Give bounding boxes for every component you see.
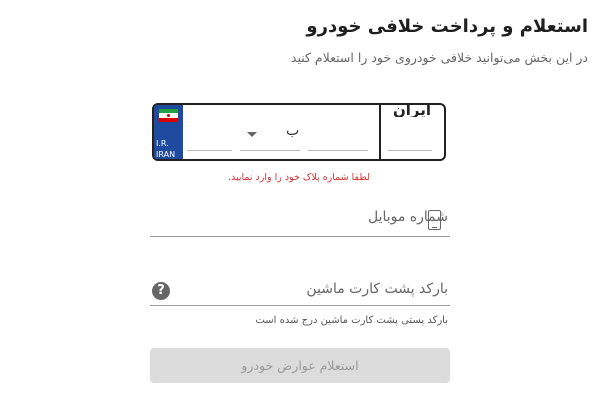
plate-digits-first-input[interactable] xyxy=(187,150,232,151)
mobile-input-underline xyxy=(150,236,450,237)
submit-inquiry-button[interactable]: استعلام عوارض خودرو xyxy=(150,348,450,383)
barcode-helper-text: بارکد پستی پشت کارت ماشین درج شده است xyxy=(255,315,448,326)
plate-region-code-input[interactable] xyxy=(388,150,432,151)
plate-iran-label: IRAN xyxy=(156,150,176,159)
plate-digits-middle-input[interactable] xyxy=(308,150,368,151)
barcode-input[interactable]: بارکد پشت کارت ماشین xyxy=(306,281,448,297)
mobile-input[interactable]: شماره موبایل xyxy=(368,209,448,225)
plate-error-message: لطفا شماره پلاک خود را وارد نمایید. xyxy=(227,172,371,183)
plate-letter-value: ب xyxy=(286,123,300,139)
help-icon[interactable]: ? xyxy=(152,282,170,300)
chevron-down-icon[interactable] xyxy=(247,132,257,137)
plate-country-strip: I.R. IRAN xyxy=(154,105,183,159)
iran-flag-icon xyxy=(159,109,178,122)
plate-ir-label: I.R. xyxy=(156,139,169,148)
plate-iran-fa-label: ایران xyxy=(392,101,432,117)
plate-divider xyxy=(379,105,381,159)
plate-letter-select[interactable] xyxy=(240,150,300,151)
page-title: استعلام و پرداخت خلافی خودرو xyxy=(306,16,588,37)
barcode-input-underline xyxy=(150,305,450,306)
license-plate-input[interactable]: I.R. IRAN ب ایران xyxy=(152,101,446,161)
page-subtitle: در این بخش می‌توانید خلافی خودروی خود را… xyxy=(290,50,588,65)
